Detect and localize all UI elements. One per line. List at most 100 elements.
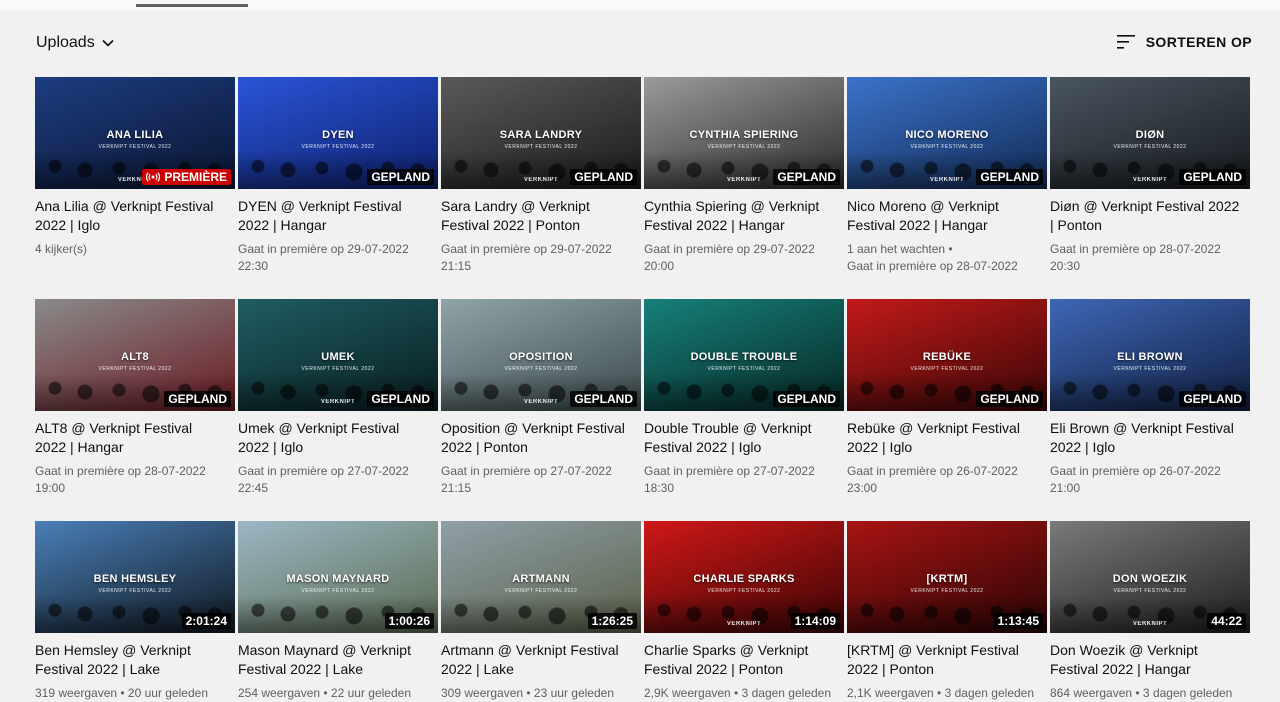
status-badge: 1:14:09 <box>790 613 840 629</box>
thumbnail-artist-name: REBÜKE <box>922 351 972 363</box>
video-meta-line: Gaat in première op 28-07-2022 <box>1050 242 1221 256</box>
badge-label: 1:26:25 <box>591 614 633 628</box>
video-title[interactable]: Artmann @ Verknipt Festival 2022 | Lake <box>441 641 631 679</box>
video-thumbnail[interactable]: OPOSITION VERKNIPT FESTIVAL 2022 VERKNIPT G… <box>441 299 641 411</box>
video-meta-line: 22:30 <box>238 259 269 273</box>
video-title[interactable]: [KRTM] @ Verknipt Festival 2022 | Ponton <box>847 641 1037 679</box>
video-card[interactable]: CYNTHIA SPIERING VERKNIPT FESTIVAL 2022 VE… <box>644 77 844 275</box>
thumbnail-festival-label: VERKNIPT FESTIVAL 2022 <box>98 144 172 150</box>
video-title[interactable]: Eli Brown @ Verknipt Festival 2022 | Igl… <box>1050 419 1240 457</box>
video-title[interactable]: Don Woezik @ Verknipt Festival 2022 | Ha… <box>1050 641 1240 679</box>
status-badge: GEPLAND <box>570 391 637 407</box>
video-metadata: Gaat in première op 27-07-2022 21:15 <box>441 463 641 497</box>
video-card[interactable]: UMEK VERKNIPT FESTIVAL 2022 VERKNIPT GEPLAN… <box>238 299 438 497</box>
video-title[interactable]: Umek @ Verknipt Festival 2022 | Iglo <box>238 419 428 457</box>
video-title[interactable]: Mason Maynard @ Verknipt Festival 2022 |… <box>238 641 428 679</box>
thumbnail-festival-label: VERKNIPT FESTIVAL 2022 <box>910 144 984 150</box>
video-title[interactable]: Sara Landry @ Verknipt Festival 2022 | P… <box>441 197 631 235</box>
video-thumbnail[interactable]: CHARLIE SPARKS VERKNIPT FESTIVAL 2022 VERK… <box>644 521 844 633</box>
status-badge: 1:13:45 <box>993 613 1043 629</box>
video-card[interactable]: DYEN VERKNIPT FESTIVAL 2022 GEPLAND DYEN @ … <box>238 77 438 275</box>
video-meta-line: 864 weergaven • 3 dagen geleden <box>1050 686 1233 700</box>
video-card[interactable]: [KRTM] VERKNIPT FESTIVAL 2022 1:13:45 [KRTM… <box>847 521 1047 702</box>
video-thumbnail[interactable]: BEN HEMSLEY VERKNIPT FESTIVAL 2022 2:01:24 <box>35 521 235 633</box>
video-thumbnail[interactable]: DON WOEZIK VERKNIPT FESTIVAL 2022 VERKNIPT… <box>1050 521 1250 633</box>
video-metadata: 2,1K weergaven • 3 dagen geleden <box>847 685 1047 702</box>
video-title[interactable]: Cynthia Spiering @ Verknipt Festival 202… <box>644 197 834 235</box>
thumbnail-artist-name: DOUBLE TROUBLE <box>690 351 798 363</box>
video-metadata: 309 weergaven • 23 uur geleden <box>441 685 641 702</box>
video-meta-line: Gaat in première op 28-07-2022 <box>847 259 1018 273</box>
status-badge: 2:01:24 <box>181 613 231 629</box>
video-card[interactable]: SARA LANDRY VERKNIPT FESTIVAL 2022 VERKNIP… <box>441 77 641 275</box>
video-metadata: 1 aan het wachten • Gaat in première op 2… <box>847 241 1047 275</box>
video-card[interactable]: DON WOEZIK VERKNIPT FESTIVAL 2022 VERKNIPT… <box>1050 521 1250 702</box>
video-title[interactable]: DYEN @ Verknipt Festival 2022 | Hangar <box>238 197 428 235</box>
video-meta-line: Gaat in première op 26-07-2022 <box>847 464 1018 478</box>
video-meta-line: 18:30 <box>644 481 675 495</box>
thumbnail-festival-label: VERKNIPT FESTIVAL 2022 <box>910 366 984 372</box>
thumbnail-artist-name: [KRTM] <box>926 573 968 585</box>
status-badge: 44:22 <box>1207 613 1246 629</box>
video-title[interactable]: Charlie Sparks @ Verknipt Festival 2022 … <box>644 641 834 679</box>
video-thumbnail[interactable]: ELI BROWN VERKNIPT FESTIVAL 2022 GEPLAND <box>1050 299 1250 411</box>
status-badge: GEPLAND <box>976 391 1043 407</box>
video-card[interactable]: BEN HEMSLEY VERKNIPT FESTIVAL 2022 2:01:24… <box>35 521 235 702</box>
video-card[interactable]: ALT8 VERKNIPT FESTIVAL 2022 GEPLAND ALT8 @ … <box>35 299 235 497</box>
badge-label: GEPLAND <box>371 392 430 406</box>
video-meta-line: 21:00 <box>1050 481 1081 495</box>
video-title[interactable]: ALT8 @ Verknipt Festival 2022 | Hangar <box>35 419 225 457</box>
video-card[interactable]: MASON MAYNARD VERKNIPT FESTIVAL 2022 1:00:… <box>238 521 438 702</box>
video-thumbnail[interactable]: MASON MAYNARD VERKNIPT FESTIVAL 2022 1:00:… <box>238 521 438 633</box>
video-card[interactable]: CHARLIE SPARKS VERKNIPT FESTIVAL 2022 VERK… <box>644 521 844 702</box>
video-card[interactable]: ELI BROWN VERKNIPT FESTIVAL 2022 GEPLAND El… <box>1050 299 1250 497</box>
video-meta-line: 22:45 <box>238 481 269 495</box>
video-thumbnail[interactable]: UMEK VERKNIPT FESTIVAL 2022 VERKNIPT GEPLAN… <box>238 299 438 411</box>
thumbnail-festival-label: VERKNIPT FESTIVAL 2022 <box>98 366 172 372</box>
status-badge: GEPLAND <box>773 391 840 407</box>
video-thumbnail[interactable]: ANA LILIA VERKNIPT FESTIVAL 2022 VERKNIPT P… <box>35 77 235 189</box>
thumbnail-festival-label: VERKNIPT FESTIVAL 2022 <box>301 144 375 150</box>
video-thumbnail[interactable]: DIØN VERKNIPT FESTIVAL 2022 VERKNIPT GEPLAN… <box>1050 77 1250 189</box>
sort-button[interactable]: SORTEREN OP <box>1116 31 1252 53</box>
video-card[interactable]: ARTMANN VERKNIPT FESTIVAL 2022 1:26:25 Artm… <box>441 521 641 702</box>
uploads-dropdown[interactable]: Uploads <box>36 32 115 54</box>
video-title[interactable]: Double Trouble @ Verknipt Festival 2022 … <box>644 419 834 457</box>
video-thumbnail[interactable]: SARA LANDRY VERKNIPT FESTIVAL 2022 VERKNIP… <box>441 77 641 189</box>
video-card[interactable]: DOUBLE TROUBLE VERKNIPT FESTIVAL 2022 GEPL… <box>644 299 844 497</box>
video-card[interactable]: REBÜKE VERKNIPT FESTIVAL 2022 GEPLAND Rebük… <box>847 299 1047 497</box>
video-card[interactable]: ANA LILIA VERKNIPT FESTIVAL 2022 VERKNIPT P… <box>35 77 235 258</box>
video-meta-line: 2,1K weergaven • 3 dagen geleden <box>847 686 1035 700</box>
video-title[interactable]: Diøn @ Verknipt Festival 2022 | Ponton <box>1050 197 1240 235</box>
badge-label: GEPLAND <box>574 170 633 184</box>
badge-label: GEPLAND <box>980 170 1039 184</box>
thumbnail-festival-label: VERKNIPT FESTIVAL 2022 <box>707 144 781 150</box>
video-meta-line: Gaat in première op 29-07-2022 <box>644 242 815 256</box>
video-thumbnail[interactable]: DYEN VERKNIPT FESTIVAL 2022 GEPLAND <box>238 77 438 189</box>
video-metadata: Gaat in première op 29-07-2022 22:30 <box>238 241 438 275</box>
video-card[interactable]: OPOSITION VERKNIPT FESTIVAL 2022 VERKNIPT G… <box>441 299 641 497</box>
video-card[interactable]: NICO MORENO VERKNIPT FESTIVAL 2022 VERKNIP… <box>847 77 1047 275</box>
video-thumbnail[interactable]: ARTMANN VERKNIPT FESTIVAL 2022 1:26:25 <box>441 521 641 633</box>
thumbnail-festival-label: VERKNIPT FESTIVAL 2022 <box>98 588 172 594</box>
video-title[interactable]: Rebüke @ Verknipt Festival 2022 | Iglo <box>847 419 1037 457</box>
video-metadata: Gaat in première op 27-07-2022 22:45 <box>238 463 438 497</box>
status-badge: GEPLAND <box>1179 169 1246 185</box>
badge-label: GEPLAND <box>371 170 430 184</box>
video-thumbnail[interactable]: CYNTHIA SPIERING VERKNIPT FESTIVAL 2022 VE… <box>644 77 844 189</box>
video-thumbnail[interactable]: ALT8 VERKNIPT FESTIVAL 2022 GEPLAND <box>35 299 235 411</box>
video-title[interactable]: Ben Hemsley @ Verknipt Festival 2022 | L… <box>35 641 225 679</box>
video-meta-line: 2,9K weergaven • 3 dagen geleden <box>644 686 832 700</box>
video-thumbnail[interactable]: NICO MORENO VERKNIPT FESTIVAL 2022 VERKNIP… <box>847 77 1047 189</box>
video-metadata: Gaat in première op 27-07-2022 18:30 <box>644 463 844 497</box>
video-meta-line: 309 weergaven • 23 uur geleden <box>441 686 614 700</box>
video-thumbnail[interactable]: REBÜKE VERKNIPT FESTIVAL 2022 GEPLAND <box>847 299 1047 411</box>
video-card[interactable]: DIØN VERKNIPT FESTIVAL 2022 VERKNIPT GEPLAN… <box>1050 77 1250 275</box>
live-broadcast-icon <box>146 172 161 182</box>
video-title[interactable]: Nico Moreno @ Verknipt Festival 2022 | H… <box>847 197 1037 235</box>
video-thumbnail[interactable]: DOUBLE TROUBLE VERKNIPT FESTIVAL 2022 GEPL… <box>644 299 844 411</box>
status-badge: GEPLAND <box>367 169 434 185</box>
video-title[interactable]: Oposition @ Verknipt Festival 2022 | Pon… <box>441 419 631 457</box>
video-thumbnail[interactable]: [KRTM] VERKNIPT FESTIVAL 2022 1:13:45 <box>847 521 1047 633</box>
video-title[interactable]: Ana Lilia @ Verknipt Festival 2022 | Igl… <box>35 197 225 235</box>
